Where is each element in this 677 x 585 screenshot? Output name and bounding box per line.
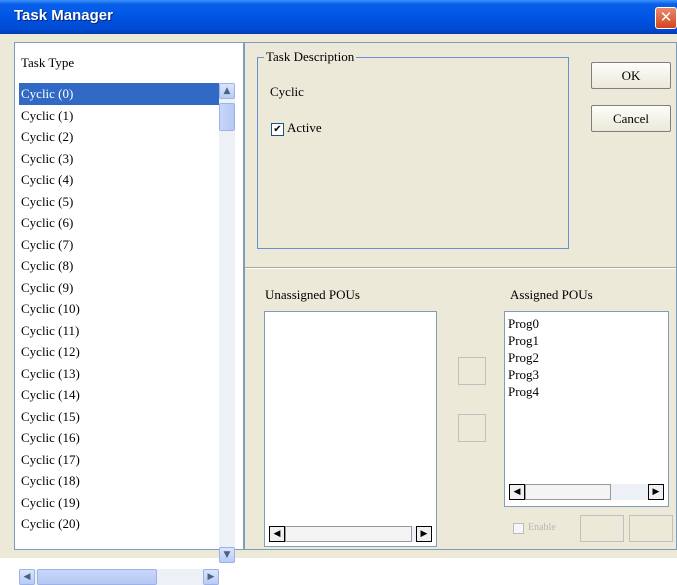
task-type-item[interactable]: Cyclic (3) <box>19 148 219 170</box>
close-icon: ✕ <box>659 8 673 26</box>
task-type-item[interactable]: Cyclic (16) <box>19 427 219 449</box>
scroll-left-icon: ◀ <box>513 487 521 497</box>
scroll-up-button[interactable]: ▲ <box>219 83 235 99</box>
task-type-item[interactable]: Cyclic (17) <box>19 449 219 471</box>
window-title: Task Manager <box>14 7 113 24</box>
task-type-item[interactable]: Cyclic (18) <box>19 470 219 492</box>
task-type-item[interactable]: Cyclic (7) <box>19 234 219 256</box>
assigned-pou-item[interactable]: Prog3 <box>508 366 539 383</box>
assigned-pou-item[interactable]: Prog4 <box>508 383 539 400</box>
scroll-thumb-horizontal[interactable] <box>37 569 157 585</box>
task-type-item[interactable]: Cyclic (12) <box>19 341 219 363</box>
task-type-item[interactable]: Cyclic (5) <box>19 191 219 213</box>
task-description-legend: Task Description <box>264 49 357 65</box>
task-type-item[interactable]: Cyclic (9) <box>19 277 219 299</box>
task-type-listbox[interactable]: Task Type Cyclic (0) Cyclic (1) Cyclic (2)… <box>14 42 244 585</box>
task-type-label: Task Type <box>21 55 75 70</box>
unassigned-pous-listbox[interactable]: ◀ ▶ <box>264 311 437 547</box>
close-button[interactable]: ✕ <box>655 7 677 29</box>
task-type-item[interactable]: Cyclic (2) <box>19 126 219 148</box>
task-list-vertical-scrollbar[interactable]: ▲ ▼ <box>219 83 235 563</box>
scroll-thumb-horizontal[interactable] <box>525 484 611 500</box>
task-type-item[interactable]: Cyclic (19) <box>19 492 219 514</box>
task-type-item[interactable]: Cyclic (8) <box>19 255 219 277</box>
scroll-right-button[interactable]: ▶ <box>648 484 664 500</box>
scroll-right-button[interactable]: ▶ <box>416 526 432 542</box>
task-description-group: Task Description Cyclic ✔ Active <box>257 49 569 249</box>
task-manager-window: Task Manager ✕ Task Type Cyclic (0) Cycli… <box>0 0 677 585</box>
active-checkbox[interactable]: ✔ <box>271 123 284 136</box>
task-type-item[interactable]: Cyclic (13) <box>19 363 219 385</box>
assigned-pous-label: Assigned POUs <box>510 287 593 302</box>
task-type-item[interactable]: Cyclic (4) <box>19 169 219 191</box>
task-details-panel: Task Description Cyclic ✔ Active OK Canc… <box>244 42 677 550</box>
option-checkbox[interactable] <box>513 523 524 534</box>
scroll-right-icon: ▶ <box>207 572 215 582</box>
ok-button[interactable]: OK <box>591 62 671 89</box>
scroll-up-icon: ▲ <box>223 86 231 96</box>
task-type-item[interactable]: Cyclic (11) <box>19 320 219 342</box>
section-divider <box>245 267 676 269</box>
option-button-2[interactable] <box>629 515 673 542</box>
task-type-item[interactable]: Cyclic (6) <box>19 212 219 234</box>
option-button-1[interactable] <box>580 515 624 542</box>
task-type-item[interactable]: Cyclic (14) <box>19 384 219 406</box>
scroll-left-button[interactable]: ◀ <box>269 526 285 542</box>
scroll-right-button[interactable]: ▶ <box>203 569 219 585</box>
cancel-button[interactable]: Cancel <box>591 105 671 132</box>
scroll-down-icon: ▼ <box>223 550 231 560</box>
task-type-item[interactable]: Cyclic (10) <box>19 298 219 320</box>
assigned-horizontal-scrollbar[interactable]: ◀ ▶ <box>509 484 664 500</box>
unassigned-horizontal-scrollbar[interactable]: ◀ ▶ <box>269 526 432 542</box>
scroll-right-icon: ▶ <box>652 487 660 497</box>
assign-pou-button[interactable] <box>458 357 486 385</box>
task-type-item[interactable]: Cyclic (0) <box>19 83 219 105</box>
title-bar: Task Manager ✕ <box>0 0 677 34</box>
option-label: Enable <box>528 522 556 533</box>
assigned-pous-items: Prog0 Prog1 Prog2 Prog3 Prog4 <box>508 315 539 400</box>
assigned-pou-item[interactable]: Prog2 <box>508 349 539 366</box>
scroll-down-button[interactable]: ▼ <box>219 547 235 563</box>
scroll-left-icon: ◀ <box>273 529 281 539</box>
task-type-item[interactable]: Cyclic (1) <box>19 105 219 127</box>
scroll-thumb-horizontal[interactable] <box>285 526 412 542</box>
task-type-item[interactable]: Cyclic (15) <box>19 406 219 428</box>
task-type-item[interactable]: Cyclic (20) <box>19 513 219 535</box>
check-icon: ✔ <box>273 124 282 135</box>
task-list-horizontal-scrollbar[interactable]: ◀ ▶ <box>19 569 219 585</box>
unassign-pou-button[interactable] <box>458 414 486 442</box>
scroll-thumb[interactable] <box>219 103 235 131</box>
scroll-left-icon: ◀ <box>23 572 31 582</box>
active-label: Active <box>287 120 322 135</box>
assigned-pou-item[interactable]: Prog0 <box>508 315 539 332</box>
scroll-right-icon: ▶ <box>420 529 428 539</box>
assigned-pous-listbox[interactable]: Prog0 Prog1 Prog2 Prog3 Prog4 ◀ ▶ <box>504 311 669 507</box>
task-type-items: Cyclic (0) Cyclic (1) Cyclic (2) Cyclic (3)… <box>19 83 219 569</box>
assigned-pou-item[interactable]: Prog1 <box>508 332 539 349</box>
scroll-left-button[interactable]: ◀ <box>509 484 525 500</box>
task-type-text: Cyclic <box>270 84 304 99</box>
unassigned-pous-label: Unassigned POUs <box>265 287 360 302</box>
scroll-left-button[interactable]: ◀ <box>19 569 35 585</box>
